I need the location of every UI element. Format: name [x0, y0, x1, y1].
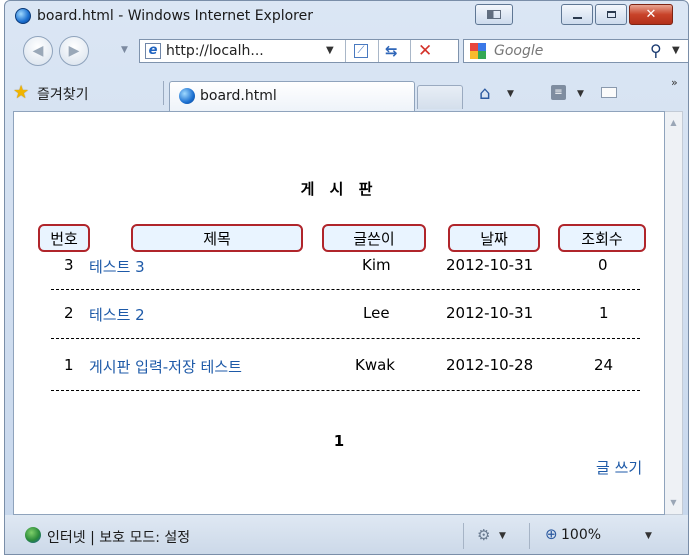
- row-number: 1: [64, 356, 74, 374]
- compatibility-view-icon[interactable]: ⟋: [354, 44, 368, 58]
- minimize-icon: [572, 16, 582, 19]
- row-author: Lee: [363, 304, 390, 322]
- favorites-button[interactable]: 즐겨찾기: [37, 84, 89, 104]
- window-title: board.html - Windows Internet Explorer: [37, 8, 313, 24]
- tab-board[interactable]: board.html: [169, 81, 415, 111]
- compat-view-button[interactable]: [475, 4, 513, 25]
- address-divider: [378, 40, 379, 62]
- column-header-views: 조회수: [558, 224, 646, 252]
- page-icon: e: [145, 43, 161, 59]
- ie-logo-icon: [15, 8, 31, 24]
- row-number: 3: [64, 256, 74, 274]
- status-divider: [529, 523, 530, 549]
- page-number[interactable]: 1: [14, 432, 664, 450]
- browser-window: board.html - Windows Internet Explorer ✕…: [4, 0, 689, 555]
- title-bar: board.html - Windows Internet Explorer ✕: [5, 1, 688, 31]
- refresh-icon[interactable]: ⇆: [385, 42, 398, 60]
- url-text[interactable]: http://localh...: [166, 43, 264, 59]
- page-viewport: 게 시 판 번호 제목 글쓴이 날짜 조회수 3 테스트 3 Kim 2012-…: [13, 111, 665, 515]
- address-divider: [345, 40, 346, 62]
- tab-page-icon: [179, 88, 195, 104]
- post-title-link[interactable]: 테스트 2: [89, 304, 145, 325]
- search-dropdown[interactable]: ▼: [672, 45, 680, 56]
- row-views: 24: [594, 356, 614, 374]
- row-views: 1: [599, 304, 609, 322]
- address-bar-row: ◀ ▶ ▼ e http://localh... ▼ ⟋ ⇆ ✕ Google …: [5, 31, 688, 73]
- security-zone-text[interactable]: 인터넷 | 보호 모드: 설정: [47, 527, 190, 547]
- row-author: Kim: [362, 256, 391, 274]
- new-tab-button[interactable]: [417, 85, 463, 109]
- minimize-button[interactable]: [561, 4, 593, 25]
- favorites-divider: [163, 81, 164, 105]
- maximize-icon: [606, 11, 616, 18]
- recent-pages-dropdown[interactable]: ▼: [121, 45, 128, 55]
- feeds-dropdown[interactable]: ▼: [577, 89, 584, 99]
- protected-mode-dropdown[interactable]: ▼: [499, 531, 506, 541]
- mail-icon[interactable]: [601, 87, 617, 98]
- compat-view-icon: [487, 10, 501, 19]
- address-dropdown[interactable]: ▼: [326, 45, 334, 56]
- column-header-number: 번호: [38, 224, 90, 252]
- search-placeholder: Google: [494, 43, 544, 59]
- back-button[interactable]: ◀: [23, 36, 53, 66]
- post-title-link[interactable]: 테스트 3: [89, 256, 145, 277]
- column-header-date: 날짜: [448, 224, 540, 252]
- row-divider: [51, 390, 640, 391]
- zoom-dropdown[interactable]: ▼: [645, 531, 652, 541]
- row-date: 2012-10-28: [446, 356, 534, 374]
- google-logo-icon: [470, 43, 486, 59]
- status-bar: 인터넷 | 보호 모드: 설정 ⚙ ▼ ⊕ 100% ▼: [5, 515, 688, 554]
- protected-mode-icon[interactable]: ⚙: [477, 526, 490, 544]
- close-icon: ✕: [645, 7, 657, 22]
- internet-zone-globe-icon: [25, 527, 41, 543]
- search-icon[interactable]: ⚲: [650, 41, 662, 60]
- address-field[interactable]: e http://localh... ▼ ⟋ ⇆ ✕: [139, 39, 459, 63]
- zoom-level[interactable]: 100%: [561, 527, 601, 543]
- row-divider: [51, 338, 640, 339]
- write-post-link[interactable]: 글 쓰기: [596, 457, 642, 478]
- vertical-scrollbar[interactable]: ▲ ▼: [665, 111, 683, 515]
- column-header-author: 글쓴이: [322, 224, 426, 252]
- scroll-up-arrow-icon[interactable]: ▲: [665, 118, 682, 127]
- zoom-icon[interactable]: ⊕: [545, 525, 558, 543]
- row-date: 2012-10-31: [446, 256, 534, 274]
- home-dropdown[interactable]: ▼: [507, 89, 514, 99]
- page-title: 게 시 판: [300, 180, 378, 198]
- search-field[interactable]: Google ⚲ ▼: [463, 39, 688, 63]
- status-divider: [463, 523, 464, 549]
- row-number: 2: [64, 304, 74, 322]
- column-header-title: 제목: [131, 224, 303, 252]
- tab-label: board.html: [200, 88, 277, 104]
- stop-icon[interactable]: ✕: [418, 41, 432, 61]
- address-divider: [410, 40, 411, 62]
- row-author: Kwak: [355, 356, 395, 374]
- scroll-down-arrow-icon[interactable]: ▼: [665, 498, 682, 507]
- row-date: 2012-10-31: [446, 304, 534, 322]
- close-button[interactable]: ✕: [629, 4, 673, 25]
- forward-button[interactable]: ▶: [59, 36, 89, 66]
- home-icon[interactable]: ⌂: [479, 83, 490, 104]
- row-views: 0: [598, 256, 608, 274]
- row-divider: [51, 289, 640, 290]
- forward-arrow-icon: ▶: [68, 43, 80, 59]
- back-arrow-icon: ◀: [32, 43, 44, 59]
- favorites-star-icon[interactable]: ★: [13, 82, 29, 103]
- more-commands-chevron-icon[interactable]: »: [671, 76, 678, 89]
- favorites-bar: ★ 즐겨찾기 board.html ⌂ ▼ ≡ ▼ »: [5, 73, 688, 111]
- post-title-link[interactable]: 게시판 입력-저장 테스트: [89, 356, 242, 377]
- feeds-icon[interactable]: ≡: [551, 85, 566, 100]
- maximize-button[interactable]: [595, 4, 627, 25]
